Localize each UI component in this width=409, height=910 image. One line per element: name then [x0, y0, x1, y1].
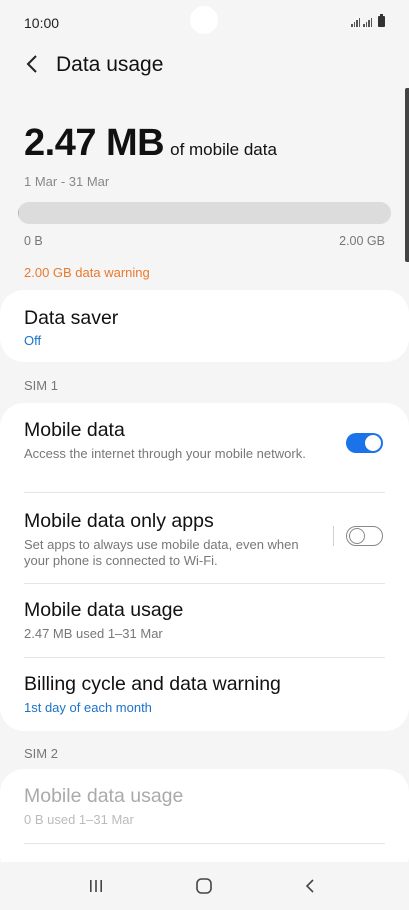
usage-amount: 2.47 MB: [24, 122, 165, 164]
status-icons: [351, 14, 385, 27]
mobile-data-only-apps-toggle[interactable]: [346, 526, 383, 546]
mobile-data-row[interactable]: Mobile data Access the internet through …: [0, 403, 409, 493]
mobile-data-description: Access the internet through your mobile …: [24, 446, 306, 461]
camera-cutout: [190, 6, 218, 34]
usage-summary: 2.47 MB of mobile data: [24, 122, 277, 165]
usage-range-min: 0 B: [24, 234, 43, 248]
signal-sim1-icon: [351, 17, 360, 27]
mobile-data-usage-detail: 2.47 MB used 1–31 Mar: [24, 626, 163, 641]
sim1-card: Mobile data Access the internet through …: [0, 403, 409, 731]
data-saver-card: Data saver Off: [0, 290, 409, 362]
nav-back-icon[interactable]: [290, 870, 330, 902]
back-arrow-icon[interactable]: [22, 51, 42, 77]
sim2-mobile-data-usage-title: Mobile data usage: [24, 785, 184, 807]
mobile-data-toggle[interactable]: [346, 433, 383, 453]
usage-range-max: 2.00 GB: [339, 234, 385, 248]
data-saver-status: Off: [24, 333, 42, 348]
mobile-data-only-apps-row[interactable]: Mobile data only apps Set apps to always…: [0, 493, 409, 584]
signal-sim2-icon: [363, 17, 372, 27]
mobile-data-only-apps-description: Set apps to always use mobile data, even…: [24, 537, 299, 568]
toggle-knob: [348, 527, 365, 544]
battery-icon: [378, 14, 385, 27]
usage-period: 1 Mar - 31 Mar: [24, 174, 110, 189]
mobile-data-usage-title: Mobile data usage: [24, 599, 184, 621]
data-saver-row[interactable]: Data saver Off: [0, 290, 409, 362]
scroll-indicator[interactable]: [405, 88, 409, 262]
usage-amount-suffix: of mobile data: [170, 140, 277, 159]
app-header: Data usage: [0, 44, 409, 86]
status-time: 10:00: [24, 15, 60, 31]
divider: [24, 843, 385, 844]
sim2-mobile-data-usage-detail: 0 B used 1–31 Mar: [24, 812, 134, 827]
mobile-data-title: Mobile data: [24, 419, 125, 441]
vertical-separator: [333, 526, 334, 546]
sim2-section-label: SIM 2: [24, 746, 58, 761]
billing-cycle-detail: 1st day of each month: [24, 700, 152, 715]
mobile-data-usage-row[interactable]: Mobile data usage 2.47 MB used 1–31 Mar: [0, 584, 409, 658]
mobile-data-only-apps-title: Mobile data only apps: [24, 510, 214, 532]
usage-progress-bar: [18, 202, 391, 224]
billing-cycle-row[interactable]: Billing cycle and data warning 1st day o…: [0, 658, 409, 731]
navigation-bar: [0, 862, 409, 910]
sim1-section-label: SIM 1: [24, 378, 58, 393]
data-warning-label: 2.00 GB data warning: [24, 265, 150, 280]
page-title: Data usage: [56, 53, 164, 76]
data-saver-title: Data saver: [24, 307, 119, 329]
toggle-knob: [365, 435, 381, 451]
recent-apps-icon[interactable]: [76, 870, 116, 902]
home-icon[interactable]: [184, 870, 224, 902]
billing-cycle-title: Billing cycle and data warning: [24, 673, 281, 695]
status-bar: 10:00: [0, 0, 409, 44]
sim2-mobile-data-usage-row[interactable]: Mobile data usage 0 B used 1–31 Mar: [0, 769, 409, 844]
